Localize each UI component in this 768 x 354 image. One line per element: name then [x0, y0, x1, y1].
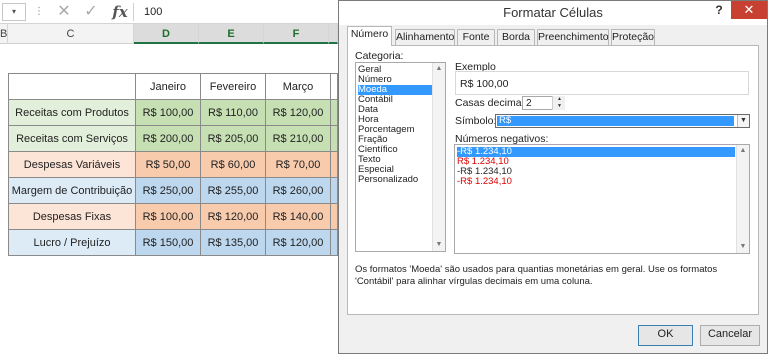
- value-cell[interactable]: R$ 120,00: [200, 203, 266, 230]
- table-row: Receitas com Serviços R$ 200,00 R$ 205,0…: [8, 125, 338, 152]
- header-cell-partial[interactable]: [330, 73, 338, 100]
- list-item[interactable]: Personalizado: [358, 175, 434, 185]
- tab-protecao[interactable]: Proteção: [611, 29, 655, 45]
- spin-up-icon[interactable]: ▲: [553, 96, 566, 103]
- row-label-cell[interactable]: Lucro / Prejuízo: [8, 229, 136, 256]
- header-cell-fevereiro[interactable]: Fevereiro: [200, 73, 266, 100]
- value-cell[interactable]: R$ 100,00: [135, 203, 201, 230]
- format-cells-dialog: Formatar Células ? ✕ Número Alinhamento …: [338, 0, 768, 354]
- formula-bar-grip: ⋮: [34, 6, 44, 17]
- value-cell[interactable]: R$ 205,00: [200, 125, 266, 152]
- help-button[interactable]: ?: [709, 1, 729, 23]
- format-description: Os formatos 'Moeda' são usados para quan…: [355, 264, 718, 287]
- row-label-cell[interactable]: Receitas com Produtos: [8, 99, 136, 126]
- category-list[interactable]: Geral Número Moeda Contábil Data Hora Po…: [355, 62, 446, 252]
- header-cell-marco[interactable]: Março: [265, 73, 331, 100]
- tab-alinhamento[interactable]: Alinhamento: [395, 29, 455, 45]
- spin-down-icon[interactable]: ▼: [553, 103, 566, 110]
- sample-value: R$ 100,00: [460, 78, 509, 90]
- insert-function-icon[interactable]: fx: [110, 1, 130, 23]
- tab-preenchimento[interactable]: Preenchimento: [537, 29, 609, 45]
- row-label-cell[interactable]: Receitas com Serviços: [8, 125, 136, 152]
- scroll-down-icon[interactable]: ▼: [737, 241, 749, 253]
- ok-button[interactable]: OK: [638, 325, 693, 346]
- value-cell[interactable]: R$ 120,00: [265, 229, 331, 256]
- row-label-cell[interactable]: Margem de Contribuição: [8, 177, 136, 204]
- symbol-select[interactable]: R$ ▼: [495, 114, 750, 128]
- header-cell-janeiro[interactable]: Janeiro: [135, 73, 201, 100]
- casas-decimais-label: Casas decimais:: [455, 97, 533, 109]
- tab-numero[interactable]: Número: [347, 26, 392, 46]
- value-cell[interactable]: R$ 210,00: [265, 125, 331, 152]
- value-cell-partial[interactable]: [330, 177, 338, 204]
- value-cell-partial[interactable]: [330, 229, 338, 256]
- close-button[interactable]: ✕: [731, 1, 767, 19]
- value-cell[interactable]: R$ 70,00: [265, 151, 331, 178]
- chevron-down-icon[interactable]: ▼: [737, 115, 749, 127]
- value-cell-partial[interactable]: [330, 151, 338, 178]
- column-headers: B C D E F: [0, 24, 338, 44]
- table-row: Lucro / Prejuízo R$ 150,00 R$ 135,00 R$ …: [8, 229, 338, 256]
- formula-bar: ▾ ⋮ ✕ ✓ fx 100: [0, 0, 338, 24]
- row-label-cell[interactable]: Despesas Fixas: [8, 203, 136, 230]
- negative-list-scrollbar[interactable]: ▲ ▼: [736, 145, 749, 253]
- list-item[interactable]: -R$ 1.234,10: [457, 177, 735, 187]
- value-cell[interactable]: R$ 255,00: [200, 177, 266, 204]
- value-cell[interactable]: R$ 60,00: [200, 151, 266, 178]
- name-box-dropdown[interactable]: ▾: [2, 3, 26, 21]
- table-row: Despesas Fixas R$ 100,00 R$ 120,00 R$ 14…: [8, 203, 338, 230]
- header-empty-cell[interactable]: [8, 73, 136, 100]
- value-cell-partial[interactable]: [330, 203, 338, 230]
- row-label-cell[interactable]: Despesas Variáveis: [8, 151, 136, 178]
- negative-numbers-list[interactable]: -R$ 1.234,10 R$ 1.234,10 -R$ 1.234,10 -R…: [454, 144, 750, 254]
- formula-separator: [133, 3, 134, 21]
- table-row: Margem de Contribuição R$ 250,00 R$ 255,…: [8, 177, 338, 204]
- value-cell[interactable]: R$ 120,00: [265, 99, 331, 126]
- cancel-button[interactable]: Cancelar: [700, 325, 760, 346]
- formula-input[interactable]: 100: [144, 4, 324, 20]
- value-cell[interactable]: R$ 110,00: [200, 99, 266, 126]
- column-header-g[interactable]: [329, 24, 338, 44]
- dialog-title: Formatar Células: [339, 1, 767, 25]
- simbolo-label: Símbolo:: [455, 115, 497, 127]
- value-cell[interactable]: R$ 200,00: [135, 125, 201, 152]
- symbol-selected-value: R$: [497, 116, 734, 126]
- value-cell[interactable]: R$ 250,00: [135, 177, 201, 204]
- column-header-f[interactable]: F: [264, 24, 329, 44]
- formula-enter-icon[interactable]: ✓: [82, 3, 100, 21]
- worksheet-grid: Janeiro Fevereiro Março Receitas com Pro…: [0, 44, 338, 354]
- scroll-up-icon[interactable]: ▲: [737, 145, 749, 157]
- value-cell[interactable]: R$ 140,00: [265, 203, 331, 230]
- financial-table: Janeiro Fevereiro Março Receitas com Pro…: [8, 73, 338, 256]
- value-cell[interactable]: R$ 260,00: [265, 177, 331, 204]
- scroll-up-icon[interactable]: ▲: [433, 63, 445, 75]
- value-cell-partial[interactable]: [330, 125, 338, 152]
- sample-preview: R$ 100,00: [455, 71, 749, 95]
- value-cell[interactable]: R$ 150,00: [135, 229, 201, 256]
- value-cell[interactable]: R$ 50,00: [135, 151, 201, 178]
- column-header-e[interactable]: E: [199, 24, 264, 44]
- scroll-down-icon[interactable]: ▼: [433, 239, 445, 251]
- tab-borda[interactable]: Borda: [497, 29, 535, 45]
- value-cell[interactable]: R$ 135,00: [200, 229, 266, 256]
- table-row: Receitas com Produtos R$ 100,00 R$ 110,0…: [8, 99, 338, 126]
- value-cell[interactable]: R$ 100,00: [135, 99, 201, 126]
- column-header-d[interactable]: D: [134, 24, 199, 44]
- value-cell-partial[interactable]: [330, 99, 338, 126]
- categoria-label: Categoria:: [355, 50, 404, 62]
- table-row: Despesas Variáveis R$ 50,00 R$ 60,00 R$ …: [8, 151, 338, 178]
- table-header-row: Janeiro Fevereiro Março: [8, 73, 338, 100]
- category-scrollbar[interactable]: ▲ ▼: [432, 63, 445, 251]
- column-header-b[interactable]: B: [0, 24, 8, 44]
- column-header-c[interactable]: C: [8, 24, 134, 44]
- formula-cancel-icon[interactable]: ✕: [56, 3, 72, 21]
- tab-fonte[interactable]: Fonte: [457, 29, 495, 45]
- decimal-places-spinner[interactable]: ▲ ▼: [552, 96, 565, 110]
